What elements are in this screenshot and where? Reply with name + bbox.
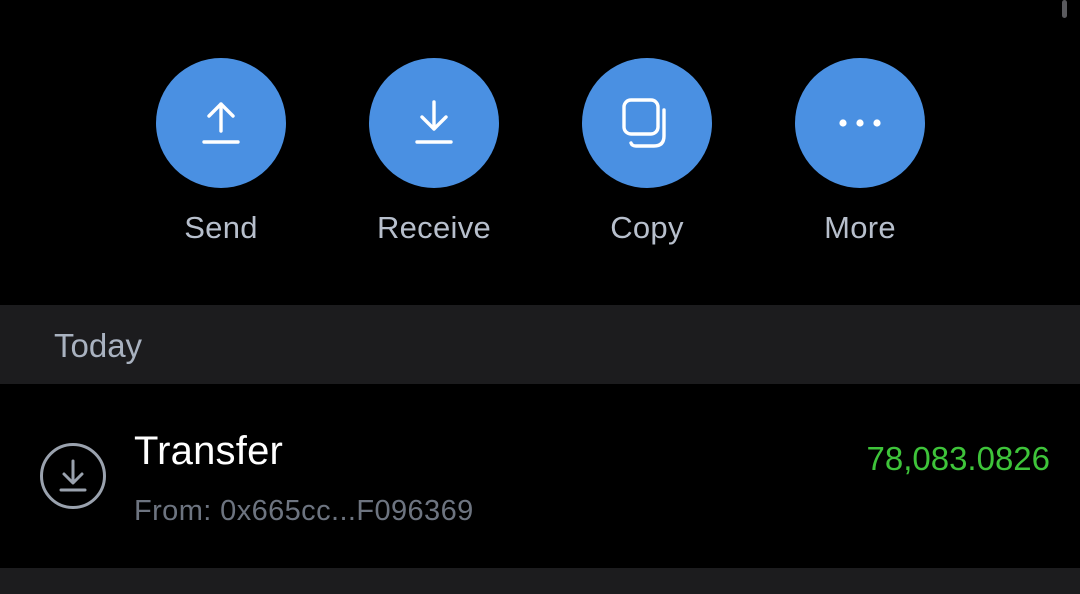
upload-arrow-icon [202,102,240,144]
section-title-today: Today [54,327,143,364]
scroll-indicator[interactable] [1062,0,1067,18]
download-arrow-icon [415,100,453,144]
quick-actions-bar: Send Receive Copy More [0,58,1080,304]
incoming-transfer-icon [40,443,106,509]
more-label: More [824,210,896,245]
transaction-row[interactable]: Transfer From: 0x665cc...F096369 78,083.… [0,384,1080,568]
copy-icon-circle[interactable] [582,58,712,188]
history-section-header: Today [0,305,1080,384]
more-icon-circle[interactable] [795,58,925,188]
send-label: Send [184,210,258,245]
receive-button[interactable]: Receive [334,58,534,258]
copy-icon [622,98,666,148]
send-icon-circle[interactable] [156,58,286,188]
copy-label: Copy [610,210,684,245]
wallet-screen: Send Receive Copy More Today Transfer Fr… [0,0,1080,594]
send-button[interactable]: Send [121,58,321,258]
copy-button[interactable]: Copy [547,58,747,258]
more-button[interactable]: More [760,58,960,258]
receive-label: Receive [376,210,492,245]
transaction-amount: 78,083.0826 [866,440,1050,477]
more-dots-icon [839,119,881,127]
receive-icon-circle[interactable] [369,58,499,188]
transaction-sender: From: 0x665cc...F096369 [134,495,474,527]
next-section-band [0,568,1080,594]
transaction-type: Transfer [134,429,284,473]
